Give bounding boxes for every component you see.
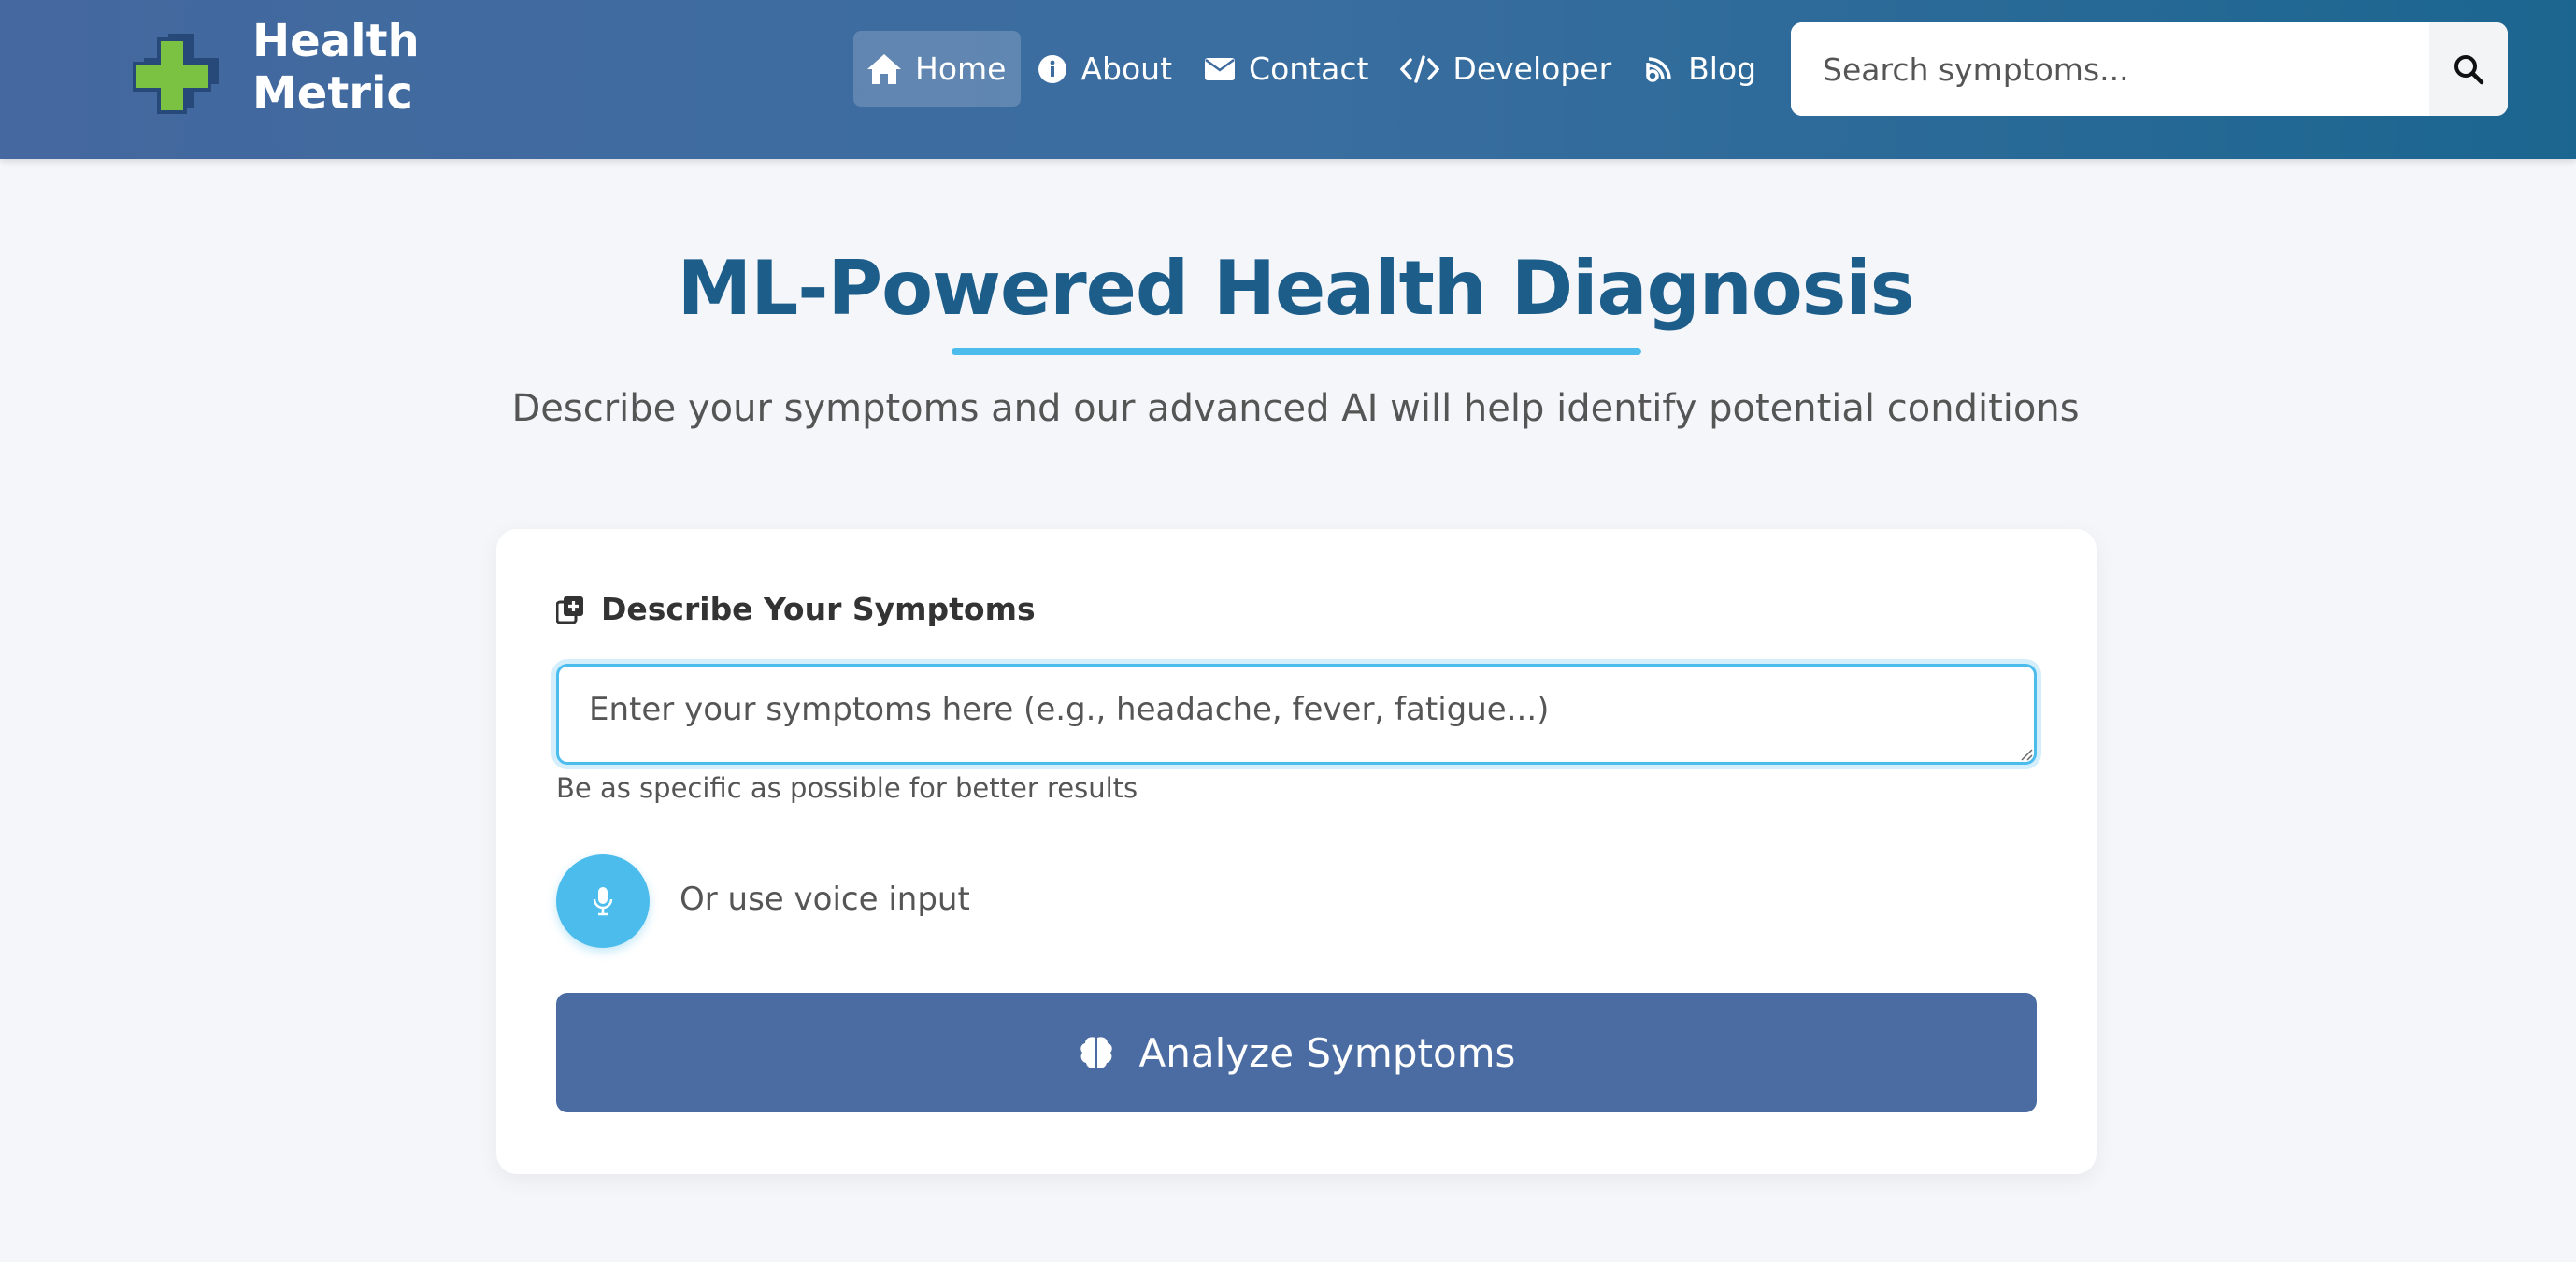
notes-medical-icon xyxy=(556,595,583,624)
nav-home-label: Home xyxy=(915,50,1007,87)
nav-developer[interactable]: Developer xyxy=(1385,31,1626,107)
brain-icon xyxy=(1080,1037,1112,1068)
health-cross-logo-icon[interactable] xyxy=(131,26,219,114)
search-bar xyxy=(1791,22,2508,116)
nav-about-label: About xyxy=(1080,50,1173,87)
input-hint: Be as specific as possible for better re… xyxy=(556,772,1138,804)
page-title: ML-Powered Health Diagnosis xyxy=(677,245,1915,332)
symptom-form-card: Describe Your Symptoms Be as specific as… xyxy=(496,529,2097,1174)
title-underline xyxy=(952,348,1641,355)
info-icon xyxy=(1038,54,1067,83)
page-subtitle: Describe your symptoms and our advanced … xyxy=(511,387,2080,430)
microphone-icon xyxy=(593,887,613,916)
symptoms-label-text: Describe Your Symptoms xyxy=(601,591,1036,627)
voice-input-button[interactable] xyxy=(556,854,650,948)
blog-icon xyxy=(1646,56,1671,82)
resize-handle-icon[interactable] xyxy=(2018,746,2033,761)
nav-about[interactable]: About xyxy=(1023,31,1187,107)
nav-blog-label: Blog xyxy=(1688,50,1757,87)
brand-line-2: Metric xyxy=(252,67,413,120)
search-icon xyxy=(2454,55,2484,85)
analyze-button-label: Analyze Symptoms xyxy=(1138,1029,1516,1076)
search-button[interactable] xyxy=(2429,22,2508,116)
main-nav: Home About Contact Developer Blog xyxy=(853,31,1773,107)
top-navbar: Health Metric Home About Contact Develop… xyxy=(0,0,2576,159)
brand-line-1: Health xyxy=(252,15,420,67)
voice-input-label: Or use voice input xyxy=(680,881,970,918)
nav-contact-label: Contact xyxy=(1249,50,1369,87)
nav-developer-label: Developer xyxy=(1453,50,1612,87)
brand-name[interactable]: Health Metric xyxy=(252,15,420,120)
symptoms-input[interactable] xyxy=(556,664,2037,765)
home-icon xyxy=(867,53,901,84)
nav-contact[interactable]: Contact xyxy=(1189,31,1383,107)
search-input[interactable] xyxy=(1791,22,2429,116)
nav-home[interactable]: Home xyxy=(853,31,1022,107)
nav-blog[interactable]: Blog xyxy=(1628,31,1771,107)
analyze-symptoms-button[interactable]: Analyze Symptoms xyxy=(556,993,2037,1112)
symptoms-field-label: Describe Your Symptoms xyxy=(556,591,1036,627)
code-icon xyxy=(1400,54,1440,83)
envelope-icon xyxy=(1205,57,1236,80)
